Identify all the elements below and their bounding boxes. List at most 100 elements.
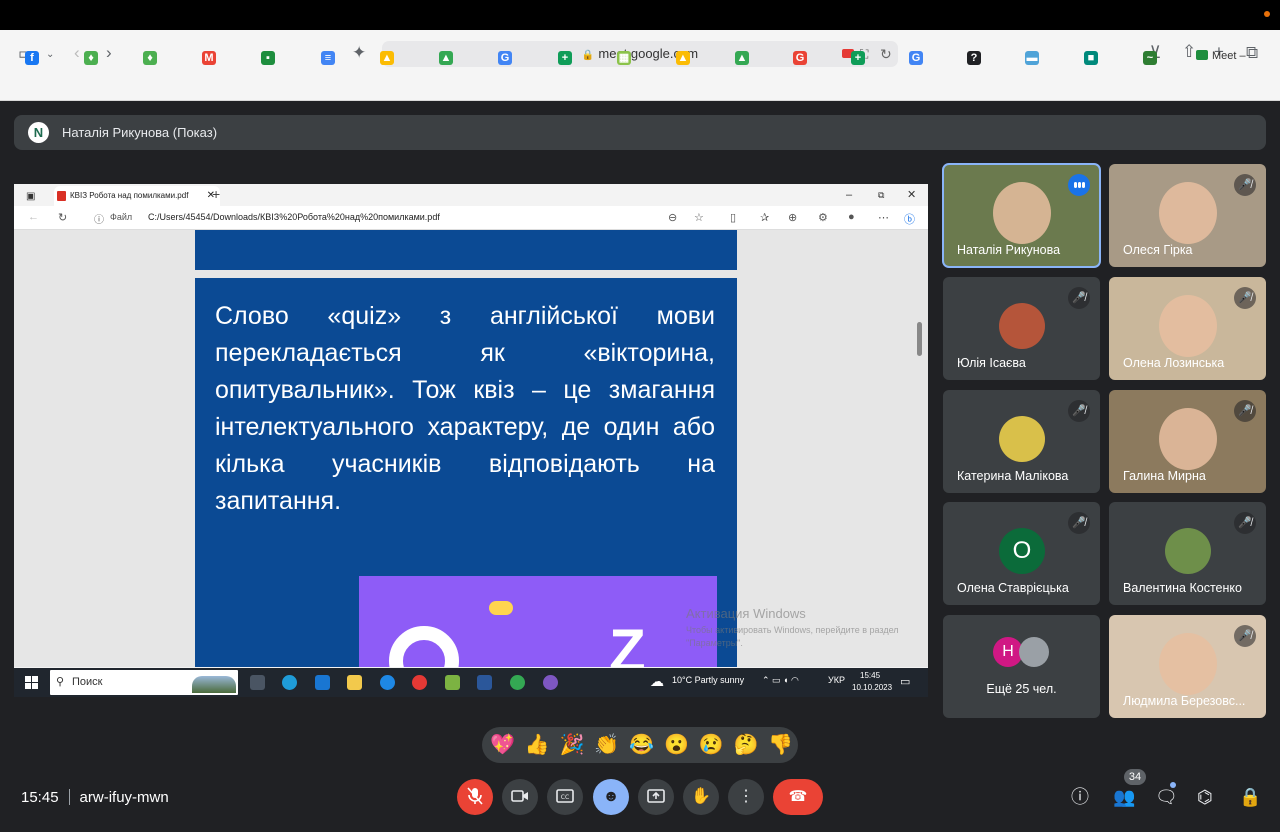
pdf-tab: КВІЗ Робота над помилками.pdf ✕ <box>54 186 220 206</box>
camera-icon <box>511 790 528 802</box>
classroom-icon[interactable]: ▪ <box>258 48 278 68</box>
presenter-avatar: N <box>28 122 49 143</box>
present-button[interactable] <box>638 779 674 815</box>
meeting-code: arw-ifuy-mwn <box>79 789 169 806</box>
reaction-emoji[interactable]: 😢 <box>699 733 724 757</box>
reaction-emoji[interactable]: 🤔 <box>734 733 759 757</box>
activities-icon[interactable]: ⌬ <box>1197 786 1213 808</box>
reaction-emoji[interactable]: 👎 <box>768 733 793 757</box>
participant-tile[interactable]: 🎤̸ Катерина Малікова <box>943 390 1100 493</box>
bookmark-green-icon[interactable]: ♦ <box>81 48 101 68</box>
notifications-icon: ▭ <box>900 676 911 688</box>
people-icon[interactable]: 👥 <box>1113 786 1135 808</box>
participant-tile[interactable]: 🎤̸ Олеся Гірка <box>1109 164 1266 267</box>
favorites-icon: ✰ <box>760 212 770 224</box>
participant-tile[interactable]: 🎤̸ Галина Мирна <box>1109 390 1266 493</box>
raise-hand-button[interactable]: ✋ <box>683 779 719 815</box>
back-icon: ← <box>28 211 39 223</box>
reaction-emoji[interactable]: 😮 <box>664 733 689 757</box>
google-icon[interactable]: G <box>495 48 515 68</box>
zoom-icon: ⊖ <box>668 212 678 224</box>
microphone-off-icon: 🎤̸ <box>1234 400 1256 422</box>
reload-icon[interactable]: ↻ <box>880 41 892 67</box>
facebook-icon[interactable]: f <box>22 48 42 68</box>
viber-icon <box>543 675 558 690</box>
microphone-off-icon: 🎤̸ <box>1068 287 1090 309</box>
captions-button[interactable]: CC <box>547 779 583 815</box>
chat-icon[interactable]: 🗨 <box>1155 786 1178 808</box>
camera-button[interactable] <box>502 779 538 815</box>
drive-icon[interactable]: ▲ <box>732 48 752 68</box>
quiz-illustration: Z <box>359 576 717 667</box>
participant-name: Олена Ставрієцька <box>957 581 1069 595</box>
more-options-button[interactable]: ⋮ <box>728 779 764 815</box>
drive-icon[interactable]: ▲ <box>436 48 456 68</box>
video-feed <box>1159 633 1217 695</box>
docs-icon[interactable]: ≡ <box>318 48 338 68</box>
forward-icon[interactable]: › <box>106 43 112 63</box>
share-icon[interactable]: ⇧ <box>1182 42 1196 62</box>
chevron-down-icon[interactable]: ⌄ <box>46 45 54 65</box>
participant-tile[interactable]: 🎤̸ Олена Лозинська <box>1109 277 1266 380</box>
language-indicator: УКР <box>828 675 845 685</box>
video-feed <box>1159 182 1217 244</box>
info-icon: ⓘ <box>94 215 104 226</box>
presenter-bar: N Наталія Рикунова (Показ) <box>14 115 1266 150</box>
drive-icon[interactable]: ▲ <box>377 48 397 68</box>
boat-icon[interactable]: ~ <box>1140 48 1160 68</box>
file-label: Файл <box>110 212 133 222</box>
shared-screen: ▣ КВІЗ Робота над помилками.pdf ✕ + – ⧉ … <box>14 184 928 697</box>
participant-name: Валентина Костенко <box>1123 581 1242 595</box>
tab-meet[interactable]: Meet – <box>1196 50 1246 62</box>
participant-tile[interactable]: О 🎤̸ Олена Ставрієцька <box>943 502 1100 605</box>
hand-icon: ✋ <box>691 788 711 805</box>
file-path: C:/Users/45454/Downloads/КВІЗ%20Робота%2… <box>148 212 440 222</box>
help-icon[interactable]: ? <box>964 48 984 68</box>
microphone-off-icon: 🎤̸ <box>1234 625 1256 647</box>
sheets-icon[interactable]: + <box>555 48 575 68</box>
minimize-icon: – <box>846 189 853 201</box>
extension-icon[interactable]: ✦ <box>352 43 366 63</box>
participant-name: Людмила Березовс... <box>1123 694 1246 708</box>
back-icon[interactable]: ‹ <box>74 43 80 63</box>
host-controls-icon[interactable]: 🔒 <box>1239 786 1261 808</box>
participant-tile[interactable]: 🎤̸ Юлія Ісаєва <box>943 277 1100 380</box>
mail-icon <box>315 675 330 690</box>
google-icon[interactable]: G <box>790 48 810 68</box>
activation-watermark: Активация Windows Чтобы активировать Win… <box>686 606 899 648</box>
reaction-emoji[interactable]: 👍 <box>525 733 550 757</box>
tab-actions-icon: ▣ <box>26 191 36 202</box>
address-bar[interactable]: 🔒meet.google.com ⛶ ↻ <box>382 41 898 67</box>
bookmark-green-icon[interactable]: ♦ <box>140 48 160 68</box>
participant-tile[interactable]: 🎤̸ Людмила Березовс... <box>1109 615 1266 718</box>
microphone-off-icon: 🎤̸ <box>1068 512 1090 534</box>
reaction-emoji[interactable]: 😂 <box>629 733 654 757</box>
reaction-emoji[interactable]: 💖 <box>490 733 515 757</box>
drive-icon[interactable]: ▲ <box>673 48 693 68</box>
meet-icon[interactable]: ■ <box>1081 48 1101 68</box>
meet-icon <box>1196 50 1208 60</box>
edge-address-bar: ← ↻ ⓘ Файл C:/Users/45454/Downloads/КВІЗ… <box>14 206 928 230</box>
reactions-button[interactable]: ☻ <box>593 779 629 815</box>
reactions-bar: 💖 👍 🎉 👏 😂 😮 😢 🤔 👎 <box>482 727 798 763</box>
sheets-icon[interactable]: + <box>848 48 868 68</box>
hang-up-icon: ☎ <box>788 788 808 805</box>
leave-call-button[interactable]: ☎ <box>773 779 823 815</box>
participant-tile[interactable]: 🎤̸ Валентина Костенко <box>1109 502 1266 605</box>
taskbar-search: ⚲ Поиск <box>50 670 238 695</box>
more-participants-tile[interactable]: Н Ещё 25 чел. <box>943 615 1100 718</box>
image-icon[interactable]: ▦ <box>614 48 634 68</box>
microphone-off-button[interactable] <box>457 779 493 815</box>
gmail-icon[interactable]: M <box>199 48 219 68</box>
tab-overview-icon[interactable]: ⧉ <box>1246 43 1258 63</box>
reaction-emoji[interactable]: 👏 <box>594 733 619 757</box>
participant-name: Олена Лозинська <box>1123 356 1225 370</box>
speaking-indicator-icon <box>1068 174 1090 196</box>
participant-tile[interactable]: Наталія Рикунова <box>942 163 1101 268</box>
participant-name: Юлія Ісаєва <box>957 356 1026 370</box>
reaction-emoji[interactable]: 🎉 <box>560 733 585 757</box>
info-icon[interactable]: ⓘ <box>1071 786 1089 808</box>
web-icon[interactable]: ▬ <box>1022 48 1042 68</box>
weather-text: 10°C Partly sunny <box>672 675 745 685</box>
google-icon[interactable]: G <box>906 48 926 68</box>
